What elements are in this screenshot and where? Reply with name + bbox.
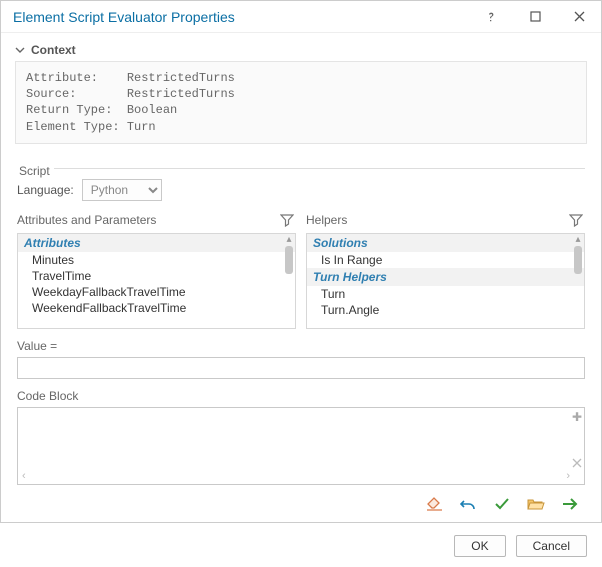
funnel-icon: [280, 213, 294, 227]
helpers-header: Helpers: [306, 213, 347, 227]
eraser-icon: [426, 497, 443, 511]
script-toolbar: [17, 485, 585, 519]
list-item[interactable]: Turn.Angle: [307, 302, 584, 318]
helpers-category: Turn Helpers: [307, 268, 584, 286]
script-legend: Script: [15, 164, 54, 178]
language-label: Language:: [17, 183, 74, 197]
list-item[interactable]: Turn: [307, 286, 584, 302]
attrs-filter-button[interactable]: [278, 211, 296, 229]
helpers-listbox[interactable]: Solutions Is In Range Turn Helpers Turn …: [306, 233, 585, 329]
erase-button[interactable]: [425, 495, 443, 513]
value-input[interactable]: [17, 357, 585, 379]
chevron-down-icon: [15, 45, 25, 55]
ctx-val-attribute: RestrictedTurns: [127, 71, 235, 85]
helpers-category: Solutions: [307, 234, 584, 252]
list-item[interactable]: Minutes: [18, 252, 295, 268]
list-item[interactable]: Is In Range: [307, 252, 584, 268]
close-button[interactable]: [557, 1, 601, 32]
open-button[interactable]: [527, 495, 545, 513]
codeblock-label: Code Block: [17, 389, 585, 403]
arrow-right-icon: [562, 497, 578, 511]
undo-button[interactable]: [459, 495, 477, 513]
scroll-left-icon[interactable]: ‹: [22, 470, 26, 482]
horizontal-scrollbar[interactable]: ‹ ›: [22, 470, 570, 482]
window-title: Element Script Evaluator Properties: [13, 9, 469, 25]
ctx-val-element-type: Turn: [127, 120, 156, 134]
ctx-lbl-source: Source:: [26, 87, 76, 101]
ok-button[interactable]: OK: [454, 535, 505, 557]
scroll-up-icon[interactable]: ▴: [285, 236, 293, 244]
cancel-button[interactable]: Cancel: [516, 535, 587, 557]
attrs-listbox[interactable]: Attributes Minutes TravelTime WeekdayFal…: [17, 233, 296, 329]
scroll-thumb[interactable]: [285, 246, 293, 274]
ctx-val-return-type: Boolean: [127, 103, 177, 117]
titlebar: Element Script Evaluator Properties: [1, 1, 601, 33]
context-box: Attribute: RestrictedTurns Source: Restr…: [15, 61, 587, 144]
folder-open-icon: [527, 497, 545, 511]
scroll-thumb[interactable]: [574, 246, 582, 274]
scrollbar[interactable]: ▴: [574, 236, 582, 326]
export-button[interactable]: [561, 495, 579, 513]
scroll-up-icon[interactable]: ▴: [574, 236, 582, 244]
list-item[interactable]: WeekendFallbackTravelTime: [18, 300, 295, 316]
ctx-lbl-element-type: Element Type:: [26, 120, 120, 134]
vertical-scrollbar[interactable]: ✚: [572, 410, 582, 468]
value-label: Value =: [17, 339, 585, 353]
attrs-header: Attributes and Parameters: [17, 213, 156, 227]
dialog-buttons: OK Cancel: [1, 529, 601, 567]
scrollbar[interactable]: ▴: [285, 236, 293, 326]
help-button[interactable]: [469, 1, 513, 32]
check-icon: [494, 496, 510, 512]
scroll-right-icon[interactable]: ›: [566, 470, 570, 482]
ctx-lbl-return-type: Return Type:: [26, 103, 112, 117]
maximize-button[interactable]: [513, 1, 557, 32]
language-select[interactable]: Python: [82, 179, 162, 201]
codeblock-area[interactable]: ✚ ‹ ›: [17, 407, 585, 485]
helpers-filter-button[interactable]: [567, 211, 585, 229]
times-icon[interactable]: [572, 458, 582, 468]
funnel-icon: [569, 213, 583, 227]
validate-button[interactable]: [493, 495, 511, 513]
plus-icon[interactable]: ✚: [572, 410, 582, 424]
context-title: Context: [31, 43, 76, 57]
ctx-val-source: RestrictedTurns: [127, 87, 235, 101]
list-item[interactable]: WeekdayFallbackTravelTime: [18, 284, 295, 300]
attrs-category: Attributes: [18, 234, 295, 252]
undo-icon: [460, 496, 476, 512]
list-item[interactable]: TravelTime: [18, 268, 295, 284]
ctx-lbl-attribute: Attribute:: [26, 71, 98, 85]
context-header[interactable]: Context: [15, 43, 587, 57]
